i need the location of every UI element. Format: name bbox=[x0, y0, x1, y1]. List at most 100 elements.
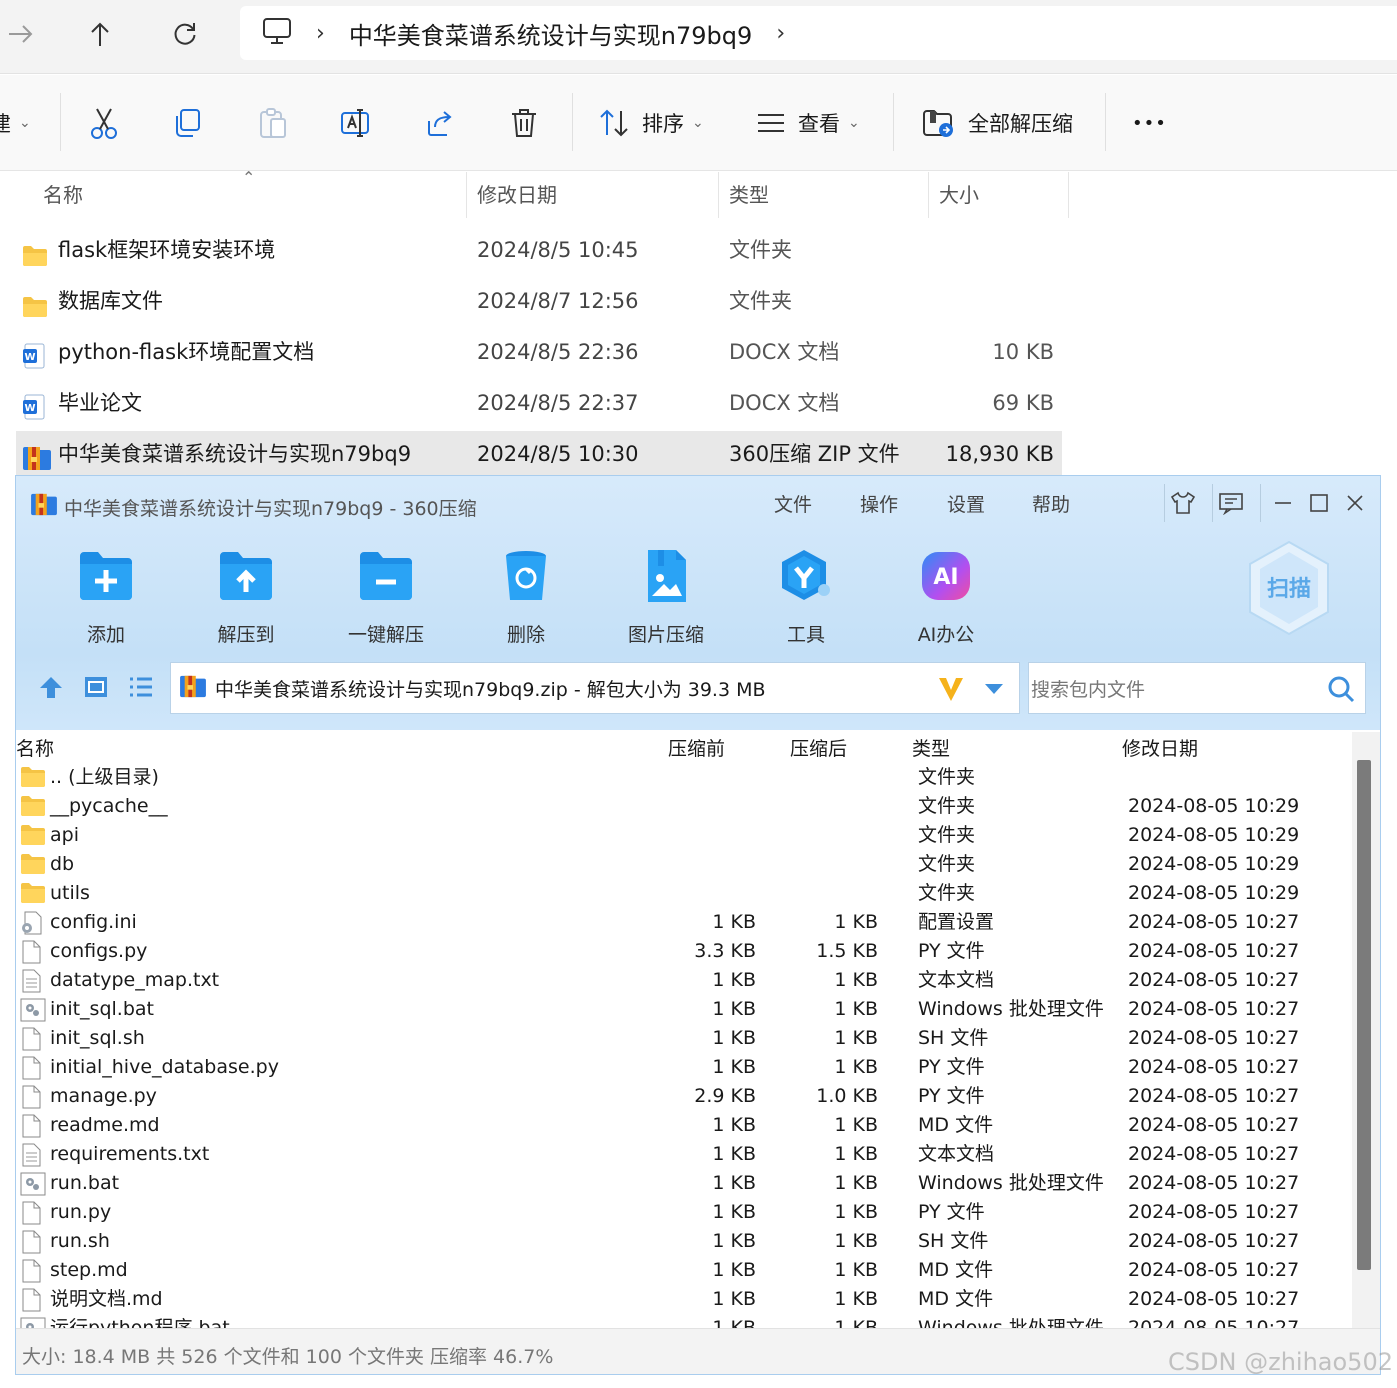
computer-icon[interactable] bbox=[262, 17, 292, 49]
new-button[interactable]: 建 ⌄ bbox=[0, 99, 31, 147]
verify-v-icon[interactable] bbox=[937, 675, 965, 707]
zip-file-name: api bbox=[50, 824, 79, 846]
zip-column-before[interactable]: 压缩前 bbox=[668, 734, 725, 761]
add-folder-icon bbox=[76, 546, 136, 606]
zip-file-type: 配置设置 bbox=[918, 911, 995, 933]
column-type-header[interactable]: 类型 bbox=[729, 172, 769, 218]
zip-window: 中华美食菜谱系统设计与实现n79bq9 - 360压缩 文件 操作 设置 帮助 … bbox=[15, 475, 1381, 1375]
menu-file[interactable]: 文件 bbox=[774, 490, 812, 517]
file-row-selected[interactable]: 中华美食菜谱系统设计与实现n79bq9 2024/8/5 10:30 360压缩… bbox=[16, 431, 1062, 477]
zip-file-row[interactable]: run.py 1 KB 1 KB PY 文件 2024-08-05 10:27 bbox=[16, 1198, 1352, 1227]
zip-file-row[interactable]: run.bat 1 KB 1 KB Windows 批处理文件 2024-08-05 1… bbox=[16, 1169, 1352, 1198]
sort-button[interactable]: 排序 ⌄ bbox=[598, 99, 704, 147]
search-icon[interactable] bbox=[1327, 675, 1355, 707]
rename-button[interactable] bbox=[340, 99, 372, 147]
zip-column-type[interactable]: 类型 bbox=[912, 734, 950, 761]
zip-file-row[interactable]: config.ini 1 KB 1 KB 配置设置 2024-08-05 10:27 bbox=[16, 908, 1352, 937]
paste-button[interactable] bbox=[258, 99, 288, 147]
cut-button[interactable] bbox=[88, 99, 120, 147]
zip-file-row[interactable]: run.sh 1 KB 1 KB SH 文件 2024-08-05 10:27 bbox=[16, 1227, 1352, 1256]
search-placeholder: 搜索包内文件 bbox=[1031, 679, 1146, 701]
zip-file-row[interactable]: init_sql.bat 1 KB 1 KB Windows 批处理文件 2024-08… bbox=[16, 995, 1352, 1024]
maximize-icon[interactable] bbox=[1304, 488, 1334, 518]
folder-icon bbox=[20, 766, 46, 795]
tools-button[interactable]: 工具 bbox=[746, 546, 866, 647]
menu-settings[interactable]: 设置 bbox=[947, 490, 985, 517]
zip-file-size-after: 1 KB bbox=[834, 1143, 878, 1165]
delete-button[interactable]: 删除 bbox=[466, 546, 586, 647]
path-field[interactable]: 中华美食菜谱系统设计与实现n79bq9.zip - 解包大小为 39.3 MB bbox=[170, 662, 1020, 714]
feedback-icon[interactable] bbox=[1216, 488, 1246, 518]
titlebar-separator bbox=[1260, 484, 1261, 522]
column-separator[interactable] bbox=[466, 172, 467, 218]
zip-column-modified[interactable]: 修改日期 bbox=[1122, 734, 1198, 761]
text-file-icon bbox=[20, 1143, 42, 1172]
zip-file-size-after: 1 KB bbox=[834, 1230, 878, 1252]
menu-operate[interactable]: 操作 bbox=[860, 490, 898, 517]
breadcrumb[interactable]: › 中华美食菜谱系统设计与实现n79bq9 › bbox=[240, 6, 1397, 60]
zip-file-type: 文件夹 bbox=[918, 795, 976, 817]
column-separator[interactable] bbox=[928, 172, 929, 218]
zip-file-row[interactable]: api 文件夹 2024-08-05 10:29 bbox=[16, 821, 1352, 850]
delete-button[interactable] bbox=[510, 99, 538, 147]
more-options-button[interactable]: ••• bbox=[1132, 99, 1167, 147]
zip-file-row[interactable]: step.md 1 KB 1 KB MD 文件 2024-08-05 10:27 bbox=[16, 1256, 1352, 1285]
zip-column-after[interactable]: 压缩后 bbox=[790, 734, 847, 761]
search-input[interactable]: 搜索包内文件 bbox=[1028, 662, 1366, 714]
forward-arrow-icon[interactable] bbox=[0, 14, 40, 54]
share-button[interactable] bbox=[425, 99, 455, 147]
extract-to-button[interactable]: 解压到 bbox=[186, 546, 306, 647]
chevron-right-icon: › bbox=[316, 20, 325, 46]
zip-file-row[interactable]: __pycache__ 文件夹 2024-08-05 10:29 bbox=[16, 792, 1352, 821]
extract-folder-icon bbox=[922, 108, 956, 138]
one-click-extract-button[interactable]: 一键解压 bbox=[326, 546, 446, 647]
menu-help[interactable]: 帮助 bbox=[1032, 490, 1070, 517]
zip-file-name: run.bat bbox=[50, 1172, 120, 1194]
zip-file-row[interactable]: .. (上级目录) 文件夹 bbox=[16, 763, 1352, 792]
column-modified-header[interactable]: 修改日期 bbox=[477, 172, 557, 218]
zip-file-row[interactable]: datatype_map.txt 1 KB 1 KB 文本文档 2024-08-05 1… bbox=[16, 966, 1352, 995]
refresh-icon[interactable] bbox=[165, 14, 205, 54]
zip-file-row[interactable]: init_sql.sh 1 KB 1 KB SH 文件 2024-08-05 10:27 bbox=[16, 1024, 1352, 1053]
column-separator[interactable] bbox=[718, 172, 719, 218]
zip-file-row[interactable]: utils 文件夹 2024-08-05 10:29 bbox=[16, 879, 1352, 908]
image-compress-button[interactable]: 图片压缩 bbox=[606, 546, 726, 647]
scan-button[interactable]: 扫描 bbox=[1244, 538, 1334, 638]
column-size-header[interactable]: 大小 bbox=[939, 172, 979, 218]
extract-all-button[interactable]: 全部解压缩 bbox=[922, 99, 1073, 147]
minimize-icon[interactable] bbox=[1268, 488, 1298, 518]
zip-file-row[interactable]: configs.py 3.3 KB 1.5 KB PY 文件 2024-08-05 10… bbox=[16, 937, 1352, 966]
list-view-icon[interactable] bbox=[128, 676, 154, 702]
toolbar-separator bbox=[60, 93, 61, 151]
column-separator[interactable] bbox=[1068, 172, 1069, 218]
view-button[interactable]: 查看 ⌄ bbox=[756, 99, 860, 147]
paste-icon bbox=[258, 107, 288, 139]
file-row[interactable]: W 毕业论文 2024/8/5 22:37 DOCX 文档 69 KB bbox=[16, 380, 1062, 426]
skin-shirt-icon[interactable] bbox=[1168, 488, 1198, 518]
file-type: 360压缩 ZIP 文件 bbox=[729, 442, 900, 466]
ai-office-button[interactable]: AI AI办公 bbox=[886, 546, 1006, 647]
zip-file-row[interactable]: db 文件夹 2024-08-05 10:29 bbox=[16, 850, 1352, 879]
up-arrow-icon[interactable] bbox=[80, 14, 120, 54]
file-row[interactable]: W python-flask环境配置文档 2024/8/5 22:36 DOCX… bbox=[16, 329, 1062, 375]
breadcrumb-folder[interactable]: 中华美食菜谱系统设计与实现n79bq9 bbox=[349, 16, 753, 51]
up-level-icon[interactable] bbox=[38, 674, 64, 704]
scrollbar-thumb[interactable] bbox=[1357, 760, 1371, 1270]
close-icon[interactable] bbox=[1340, 488, 1370, 518]
chevron-right-icon[interactable]: › bbox=[776, 21, 785, 46]
zip-file-row[interactable]: initial_hive_database.py 1 KB 1 KB PY 文件 202… bbox=[16, 1053, 1352, 1082]
column-name-header[interactable]: 名称 bbox=[43, 172, 83, 218]
zip-file-row[interactable]: requirements.txt 1 KB 1 KB 文本文档 2024-08-05 1… bbox=[16, 1140, 1352, 1169]
zip-file-name: manage.py bbox=[50, 1085, 157, 1107]
zip-file-row[interactable]: 说明文档.md 1 KB 1 KB MD 文件 2024-08-05 10:27 bbox=[16, 1285, 1352, 1314]
zip-column-name[interactable]: 名称 bbox=[16, 734, 54, 761]
zip-file-row[interactable]: manage.py 2.9 KB 1.0 KB PY 文件 2024-08-05 10:… bbox=[16, 1082, 1352, 1111]
zip-file-row[interactable]: readme.md 1 KB 1 KB MD 文件 2024-08-05 10:27 bbox=[16, 1111, 1352, 1140]
thumbnail-view-icon[interactable] bbox=[84, 676, 108, 702]
copy-button[interactable] bbox=[172, 99, 202, 147]
scrollbar[interactable] bbox=[1352, 732, 1380, 1328]
file-row[interactable]: 数据库文件 2024/8/7 12:56 文件夹 bbox=[16, 278, 1062, 324]
add-button[interactable]: 添加 bbox=[46, 546, 166, 647]
file-row[interactable]: flask框架环境安装环境 2024/8/5 10:45 文件夹 bbox=[16, 227, 1062, 273]
dropdown-arrow-icon[interactable] bbox=[983, 681, 1005, 700]
